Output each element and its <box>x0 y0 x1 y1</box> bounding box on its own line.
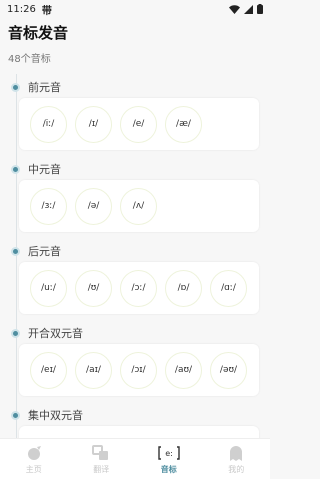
page-title: 音标发音 <box>8 24 69 42</box>
phoneme-card: /eɪ/ /aɪ/ /ɔɪ/ /aʊ/ /əʊ/ <box>19 344 259 396</box>
status-bar: 11:26 带 <box>0 0 270 18</box>
section-back-vowels: 后元音 /uː/ /ʊ/ /ɔː/ /ɒ/ /ɑː/ <box>0 242 270 314</box>
battery-icon <box>257 4 263 14</box>
section-header: 集中双元音 <box>0 406 270 424</box>
phoneme-button[interactable]: /iː/ <box>30 105 67 143</box>
phoneme-card: /ɜː/ /ə/ /ʌ/ <box>19 180 259 232</box>
phoneme-button[interactable]: /e/ <box>120 105 157 143</box>
phoneme-count: 48个音标 <box>8 54 51 65</box>
phoneme-button[interactable]: /ɑː/ <box>210 269 247 307</box>
phoneme-card: /uː/ /ʊ/ /ɔː/ /ɒ/ /ɑː/ <box>19 262 259 314</box>
phoneme-button[interactable]: /əʊ/ <box>210 351 247 389</box>
timeline-dot-icon <box>11 328 20 338</box>
svg-text:e:: e: <box>165 449 173 458</box>
section-header: 中元音 <box>0 160 270 178</box>
timeline-dot-icon <box>11 410 20 420</box>
timeline-dot-icon <box>11 246 20 256</box>
tab-home[interactable]: 主页 <box>0 439 68 479</box>
translate-icon <box>90 444 112 462</box>
section-label: 前元音 <box>28 81 61 94</box>
wifi-icon <box>229 4 240 14</box>
bottom-tab-bar: 主页 翻译 e: 音标 我的 <box>0 438 270 479</box>
tab-label: 主页 <box>25 464 42 474</box>
tab-phonetics[interactable]: e: 音标 <box>135 439 203 479</box>
section-closing-diphthongs: 开合双元音 /eɪ/ /aɪ/ /ɔɪ/ /aʊ/ /əʊ/ <box>0 324 270 396</box>
home-icon <box>23 444 45 462</box>
phoneme-button[interactable]: /æ/ <box>165 105 202 143</box>
timeline-dot-icon <box>11 82 20 92</box>
tab-label: 翻译 <box>93 464 110 474</box>
tab-label: 我的 <box>228 464 245 474</box>
section-header: 开合双元音 <box>0 324 270 342</box>
phoneme-button[interactable]: /ɪ/ <box>75 105 112 143</box>
phoneme-button[interactable]: /ɔɪ/ <box>120 351 157 389</box>
phoneme-button[interactable]: /uː/ <box>30 269 67 307</box>
phoneme-button[interactable]: /ɜː/ <box>30 187 67 225</box>
phoneme-button[interactable]: /ʊ/ <box>75 269 112 307</box>
phoneme-button[interactable]: /aʊ/ <box>165 351 202 389</box>
phoneme-card <box>19 426 259 438</box>
section-label: 开合双元音 <box>28 327 83 340</box>
phoneme-button[interactable]: /aɪ/ <box>75 351 112 389</box>
phoneme-list[interactable]: 前元音 /iː/ /ɪ/ /e/ /æ/ 中元音 /ɜː/ /ə/ /ʌ/ 后元… <box>0 74 270 438</box>
phoneme-button[interactable]: /ɔː/ <box>120 269 157 307</box>
signal-icon <box>244 4 253 14</box>
section-front-vowels: 前元音 /iː/ /ɪ/ /e/ /æ/ <box>0 78 270 150</box>
section-label: 集中双元音 <box>28 409 83 422</box>
tab-translate[interactable]: 翻译 <box>68 439 136 479</box>
section-label: 后元音 <box>28 245 61 258</box>
phoneme-card: /iː/ /ɪ/ /e/ /æ/ <box>19 98 259 150</box>
phonetic-icon: e: <box>158 444 180 462</box>
section-central-vowels: 中元音 /ɜː/ /ə/ /ʌ/ <box>0 160 270 232</box>
app-badge-icon: 带 <box>41 5 52 17</box>
phoneme-button[interactable]: /ə/ <box>75 187 112 225</box>
tab-profile[interactable]: 我的 <box>203 439 271 479</box>
timeline-dot-icon <box>11 164 20 174</box>
phoneme-button[interactable]: /ɒ/ <box>165 269 202 307</box>
phoneme-button[interactable]: /ʌ/ <box>120 187 157 225</box>
section-centering-diphthongs: 集中双元音 <box>0 406 270 438</box>
status-time: 11:26 <box>7 3 36 15</box>
section-label: 中元音 <box>28 163 61 176</box>
section-header: 后元音 <box>0 242 270 260</box>
section-header: 前元音 <box>0 78 270 96</box>
tab-label: 音标 <box>160 464 177 474</box>
profile-icon <box>225 444 247 462</box>
phoneme-button[interactable]: /eɪ/ <box>30 351 67 389</box>
